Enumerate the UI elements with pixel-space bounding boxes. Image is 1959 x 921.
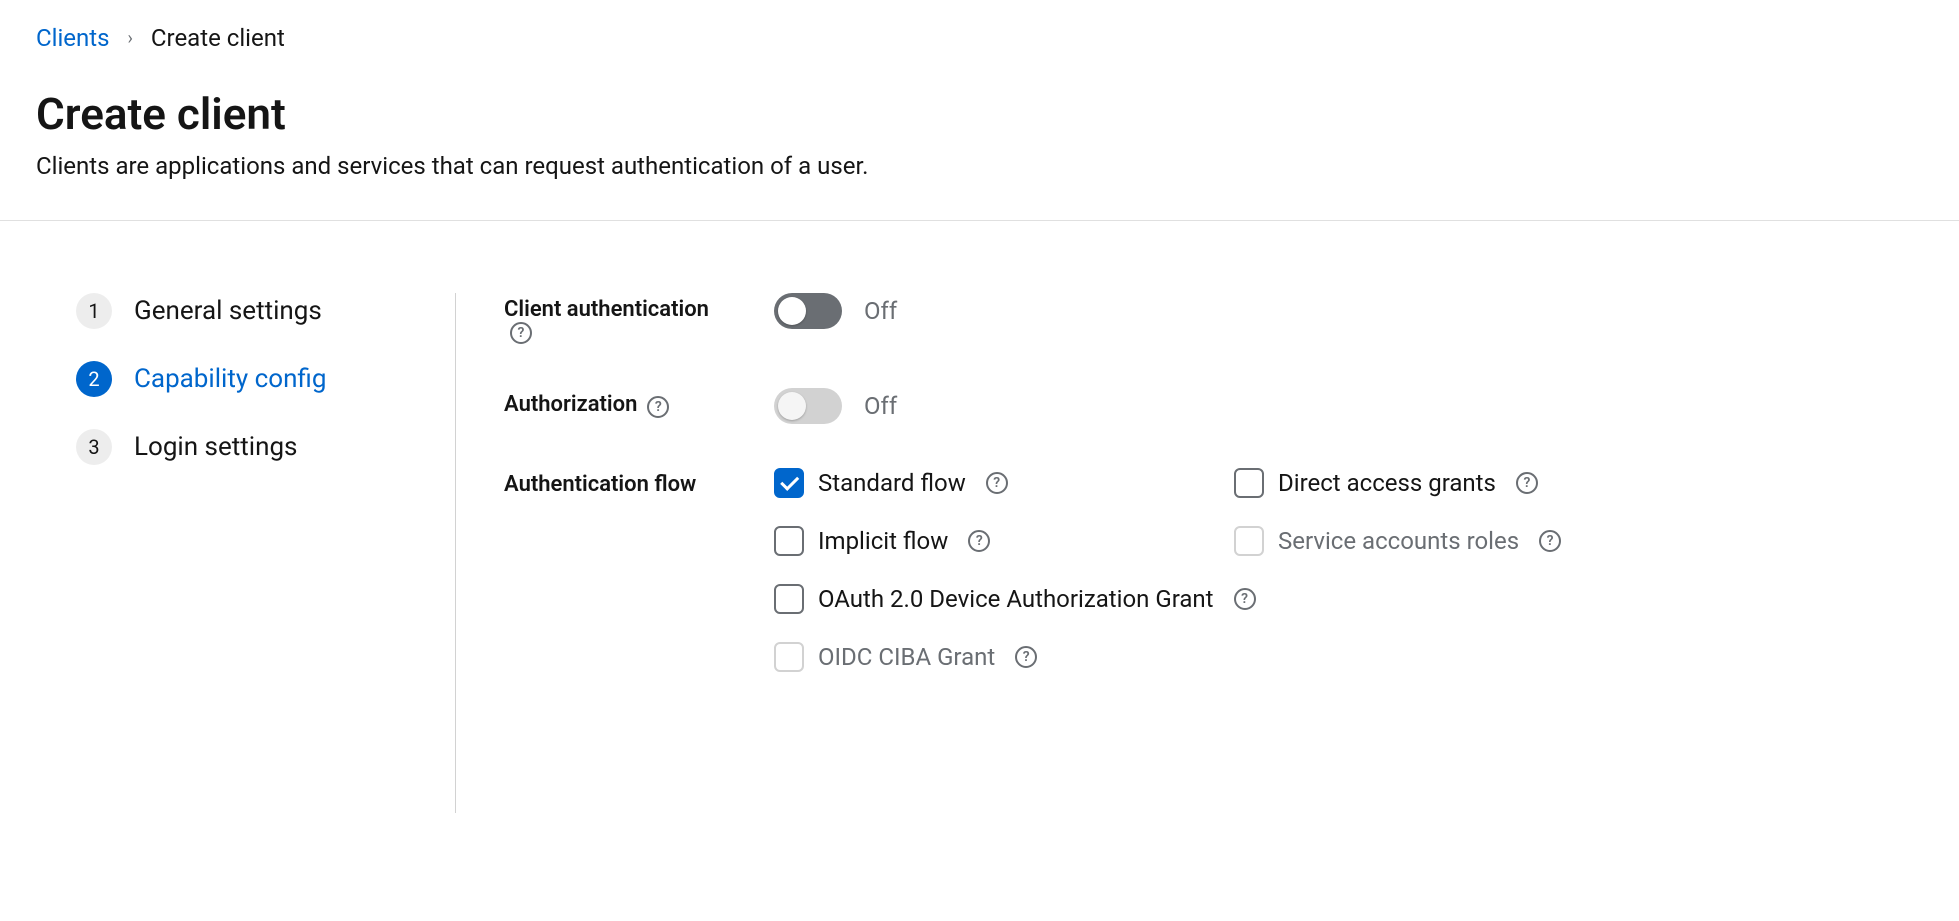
toggle-state-text: Off [864, 297, 897, 325]
chevron-right-icon: › [128, 28, 133, 49]
checkbox-item-standard-flow: Standard flow [774, 468, 1234, 498]
step-capability-config[interactable]: 2 Capability config [76, 361, 431, 397]
checkbox-label: OIDC CIBA Grant [818, 643, 995, 671]
step-general-settings[interactable]: 1 General settings [76, 293, 431, 329]
capability-form: Client authentication Off Authorization [456, 293, 1923, 813]
page-subtitle: Clients are applications and services th… [36, 152, 1923, 180]
checkbox-label: OAuth 2.0 Device Authorization Grant [818, 585, 1214, 613]
row-authorization: Authorization Off [504, 388, 1923, 424]
step-login-settings[interactable]: 3 Login settings [76, 429, 431, 465]
checkbox-item-direct-access-grants: Direct access grants [1234, 468, 1923, 498]
help-icon[interactable] [1234, 588, 1256, 610]
step-number: 1 [76, 293, 112, 329]
toggle-client-authentication[interactable] [774, 293, 842, 329]
step-label: Login settings [134, 432, 297, 462]
help-icon[interactable] [1516, 472, 1538, 494]
checkbox-item-implicit-flow: Implicit flow [774, 526, 1234, 556]
help-icon[interactable] [968, 530, 990, 552]
row-authentication-flow: Authentication flow Standard flow Direct… [504, 468, 1923, 672]
step-label: General settings [134, 296, 322, 326]
checkbox-direct-access-grants[interactable] [1234, 468, 1264, 498]
help-icon[interactable] [647, 396, 669, 418]
help-icon[interactable] [1539, 530, 1561, 552]
page-title: Create client [36, 88, 1923, 140]
checkbox-item-service-accounts-roles: Service accounts roles [1234, 526, 1923, 556]
checkbox-implicit-flow[interactable] [774, 526, 804, 556]
help-icon[interactable] [986, 472, 1008, 494]
breadcrumb: Clients › Create client [36, 24, 1923, 52]
step-label: Capability config [134, 364, 326, 394]
toggle-authorization [774, 388, 842, 424]
row-client-authentication: Client authentication Off [504, 293, 1923, 344]
breadcrumb-clients-link[interactable]: Clients [36, 24, 110, 52]
checkbox-oauth-device-grant[interactable] [774, 584, 804, 614]
wizard-steps: 1 General settings 2 Capability config 3… [36, 293, 456, 813]
label-authentication-flow: Authentication flow [504, 472, 696, 497]
checkbox-label: Standard flow [818, 469, 966, 497]
checkbox-item-oidc-ciba-grant: OIDC CIBA Grant [774, 642, 1923, 672]
help-icon[interactable] [1015, 646, 1037, 668]
breadcrumb-current: Create client [151, 24, 285, 52]
checkbox-item-oauth-device-grant: OAuth 2.0 Device Authorization Grant [774, 584, 1923, 614]
checkbox-label: Implicit flow [818, 527, 948, 555]
checkbox-standard-flow[interactable] [774, 468, 804, 498]
step-number: 2 [76, 361, 112, 397]
toggle-state-text: Off [864, 392, 897, 420]
checkbox-service-accounts-roles [1234, 526, 1264, 556]
help-icon[interactable] [510, 322, 532, 344]
checkbox-label: Service accounts roles [1278, 527, 1519, 555]
checkbox-oidc-ciba-grant [774, 642, 804, 672]
label-client-authentication: Client authentication [504, 297, 709, 322]
checkbox-label: Direct access grants [1278, 469, 1496, 497]
label-authorization: Authorization [504, 392, 637, 417]
step-number: 3 [76, 429, 112, 465]
